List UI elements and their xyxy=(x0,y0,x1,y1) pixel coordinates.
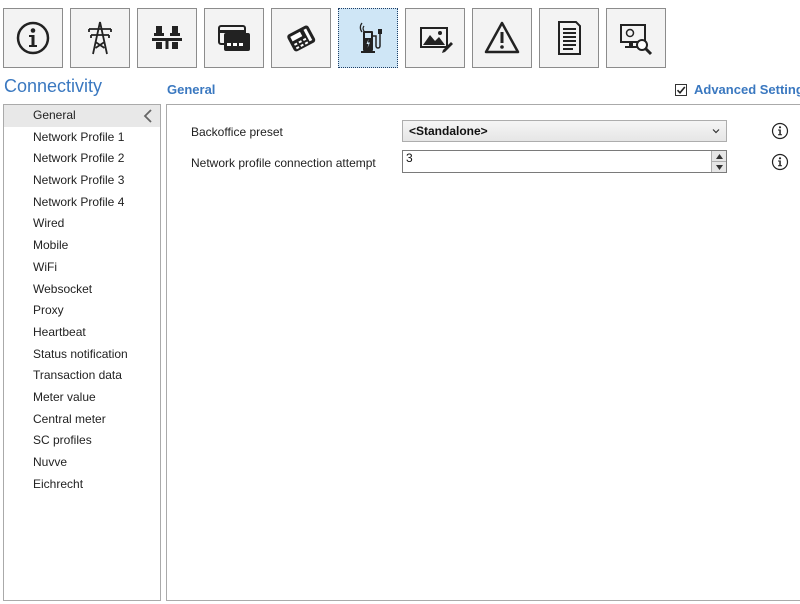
sidebar-item-label: Network Profile 4 xyxy=(33,194,125,209)
checkmark-icon xyxy=(676,85,686,94)
settings-panel: Backoffice preset <Standalone> Network p… xyxy=(166,104,800,601)
sidebar-item-network-profile-3[interactable]: Network Profile 3 xyxy=(4,170,160,192)
sidebar-item-label: Status notification xyxy=(33,346,128,361)
sidebar-item-status-notification[interactable]: Status notification xyxy=(4,344,160,366)
charging-station-wireless-icon xyxy=(359,22,382,53)
section-title: Connectivity xyxy=(4,76,103,96)
toolbar-button-power-grid[interactable] xyxy=(70,8,130,68)
sidebar-item-label: Network Profile 3 xyxy=(33,173,125,188)
sidebar-item-label: Wired xyxy=(33,216,65,231)
sidebar-item-eichrecht[interactable]: Eichrecht xyxy=(4,474,160,496)
sidebar-item-label: Websocket xyxy=(33,281,93,296)
credit-card-icon xyxy=(218,25,250,51)
sidebar-item-label: Heartbeat xyxy=(33,324,86,339)
chevron-down-icon xyxy=(712,129,720,134)
sidebar-item-nuvve[interactable]: Nuvve xyxy=(4,452,160,474)
sidebar-item-label: General xyxy=(33,108,76,122)
toolbar-button-documents[interactable] xyxy=(539,8,599,68)
toolbar-button-payment-card[interactable] xyxy=(204,8,264,68)
advanced-settings-checkbox[interactable] xyxy=(675,83,687,96)
toolbar-button-connectivity[interactable] xyxy=(338,8,398,68)
warning-triangle-icon xyxy=(484,21,520,54)
sidebar-item-network-profile-4[interactable]: Network Profile 4 xyxy=(4,192,160,214)
sidebar-item-proxy[interactable]: Proxy xyxy=(4,300,160,322)
sidebar-item-wired[interactable]: Wired xyxy=(4,213,160,235)
connection-attempt-label: Network profile connection attempt xyxy=(191,156,376,170)
toolbar-button-warnings[interactable] xyxy=(472,8,532,68)
sidebar-item-network-profile-2[interactable]: Network Profile 2 xyxy=(4,148,160,170)
connection-attempt-value[interactable]: 3 xyxy=(406,151,413,165)
sidebar-item-central-meter[interactable]: Central meter xyxy=(4,409,160,431)
sidebar-item-label: Central meter xyxy=(33,411,106,426)
sidebar-item-label: WiFi xyxy=(33,259,57,274)
toolbar-button-diagnostics[interactable] xyxy=(606,8,666,68)
connection-attempt-info-icon[interactable] xyxy=(771,153,789,171)
sidebar-item-heartbeat[interactable]: Heartbeat xyxy=(4,322,160,344)
toolbar-button-load-balance[interactable] xyxy=(137,8,197,68)
toolbar-button-info[interactable] xyxy=(3,8,63,68)
sidebar-item-label: Proxy xyxy=(33,303,64,318)
sidebar-item-label: Meter value xyxy=(33,389,96,404)
backoffice-preset-info-icon[interactable] xyxy=(771,122,789,140)
sidebar-item-label: Network Profile 1 xyxy=(33,129,125,144)
sidebar-item-meter-value[interactable]: Meter value xyxy=(4,387,160,409)
sidebar-item-network-profile-1[interactable]: Network Profile 1 xyxy=(4,127,160,149)
backoffice-preset-label: Backoffice preset xyxy=(191,125,283,139)
chevron-left-icon[interactable] xyxy=(142,109,154,123)
backoffice-preset-select[interactable]: <Standalone> xyxy=(402,120,727,142)
balance-scale-icon xyxy=(152,26,182,49)
stepper-buttons xyxy=(711,151,726,172)
sidebar-item-sc-profiles[interactable]: SC profiles xyxy=(4,430,160,452)
sidebar-item-mobile[interactable]: Mobile xyxy=(4,235,160,257)
sidebar-item-transaction-data[interactable]: Transaction data xyxy=(4,365,160,387)
top-toolbar xyxy=(0,0,800,72)
sidebar-item-label: Network Profile 2 xyxy=(33,151,125,166)
info-icon xyxy=(16,21,50,55)
backoffice-preset-value: <Standalone> xyxy=(409,124,488,138)
page-heading: General xyxy=(167,82,216,97)
sidebar-item-general[interactable]: General xyxy=(4,105,160,127)
advanced-settings-label: Advanced Settings xyxy=(694,82,800,97)
sidebar-item-label: Nuvve xyxy=(33,455,68,469)
caret-down-icon xyxy=(715,164,723,170)
advanced-settings-toggle[interactable]: Advanced Settings xyxy=(675,82,800,97)
caret-up-icon xyxy=(715,153,723,159)
sidebar-nav: General Network Profile 1 Network Profil… xyxy=(3,104,161,601)
sidebar-item-label: Eichrecht xyxy=(33,476,84,491)
stepper-up-button[interactable] xyxy=(711,151,726,161)
image-edit-icon xyxy=(420,27,453,53)
toolbar-button-display[interactable] xyxy=(405,8,465,68)
monitor-search-icon xyxy=(620,24,653,56)
sidebar-item-label: SC profiles xyxy=(33,433,92,448)
toolbar-button-payment-terminal[interactable] xyxy=(271,8,331,68)
card-terminal-icon xyxy=(287,25,316,52)
sidebar-item-label: Mobile xyxy=(33,238,69,253)
sidebar-item-websocket[interactable]: Websocket xyxy=(4,279,160,301)
sidebar-item-wifi[interactable]: WiFi xyxy=(4,257,160,279)
sidebar-item-label: Transaction data xyxy=(33,368,122,383)
document-icon xyxy=(558,21,581,55)
power-tower-icon xyxy=(88,21,112,55)
stepper-down-button[interactable] xyxy=(711,161,726,172)
connection-attempt-stepper[interactable]: 3 xyxy=(402,150,727,173)
